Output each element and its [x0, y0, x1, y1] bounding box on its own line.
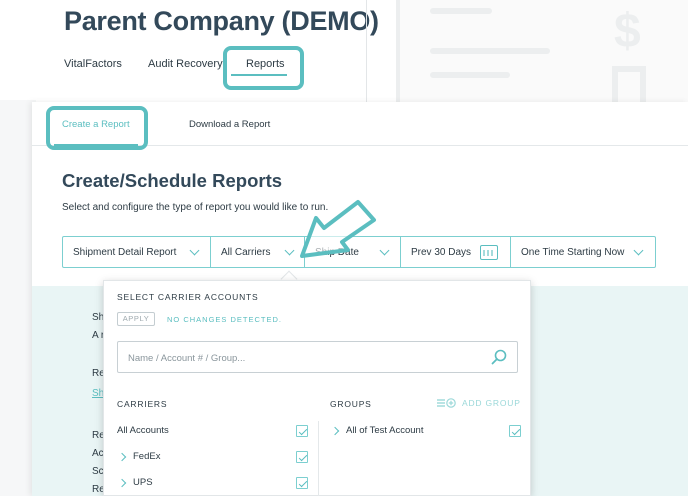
carrier-accounts-dropdown: SELECT CARRIER ACCOUNTS APPLY NO CHANGES… [103, 280, 531, 496]
carrier-label: All Accounts [117, 425, 169, 436]
carriers-header: CARRIERS [117, 399, 168, 409]
add-group-label: ADD GROUP [462, 398, 521, 408]
create-tab-highlight-annotation [46, 106, 148, 150]
group-label: All of Test Account [346, 425, 424, 436]
chevron-down-icon [189, 245, 200, 256]
checkbox-all-accounts[interactable] [296, 425, 308, 437]
nav-vitalfactors[interactable]: VitalFactors [64, 58, 122, 70]
apply-button[interactable]: APPLY [117, 312, 155, 326]
column-divider [318, 421, 319, 496]
background-divider [366, 0, 367, 104]
dropdown-title: SELECT CARRIER ACCOUNTS [117, 292, 259, 302]
carrier-row-fedex[interactable]: FedEx [133, 451, 160, 462]
carrier-row-ups[interactable]: UPS [133, 477, 153, 488]
reports-highlight-annotation [223, 46, 304, 90]
carrier-search-box [117, 341, 518, 373]
page-title: Create/Schedule Reports [62, 170, 283, 191]
schedule-select[interactable]: One Time Starting Now [511, 237, 655, 267]
groups-header: GROUPS [330, 399, 372, 409]
chevron-right-icon[interactable] [117, 452, 127, 462]
search-icon[interactable] [491, 349, 507, 365]
add-group-button[interactable]: ADD GROUP [436, 397, 521, 409]
status-text: NO CHANGES DETECTED. [167, 315, 283, 324]
chevron-right-icon[interactable] [330, 426, 340, 436]
carrier-row-all-accounts[interactable]: All Accounts [117, 425, 169, 436]
company-title: Parent Company (DEMO) [64, 6, 379, 36]
decorative-line [430, 48, 550, 54]
date-range-picker[interactable]: Prev 30 Days [401, 237, 511, 267]
chevron-right-icon[interactable] [117, 478, 127, 488]
report-type-value: Shipment Detail Report [73, 246, 177, 258]
carrier-label: FedEx [133, 451, 161, 462]
checkbox-fedex[interactable] [296, 451, 308, 463]
carriers-value: All Carriers [221, 246, 271, 258]
schedule-value: One Time Starting Now [521, 246, 625, 258]
group-row-all-of-test-account[interactable]: All of Test Account [346, 425, 423, 436]
checkbox-all-of-test-account[interactable] [509, 425, 521, 437]
calendar-icon[interactable] [480, 245, 498, 260]
decorative-line [430, 8, 492, 14]
carrier-label: UPS [133, 477, 153, 488]
add-group-icon [437, 398, 456, 408]
arrow-annotation-icon [300, 200, 376, 258]
carrier-search-input[interactable] [128, 350, 468, 366]
report-type-select[interactable]: Shipment Detail Report [63, 237, 211, 267]
chevron-down-icon [633, 245, 644, 256]
nav-audit-recovery[interactable]: Audit Recovery [148, 58, 223, 70]
decorative-box [612, 66, 646, 104]
tab-download-report[interactable]: Download a Report [189, 119, 270, 130]
dollar-icon: $ [614, 5, 641, 58]
decorative-line [430, 72, 510, 78]
background-strip [0, 100, 36, 496]
checkbox-ups[interactable] [296, 477, 308, 489]
date-range-value: Prev 30 Days [411, 246, 472, 258]
